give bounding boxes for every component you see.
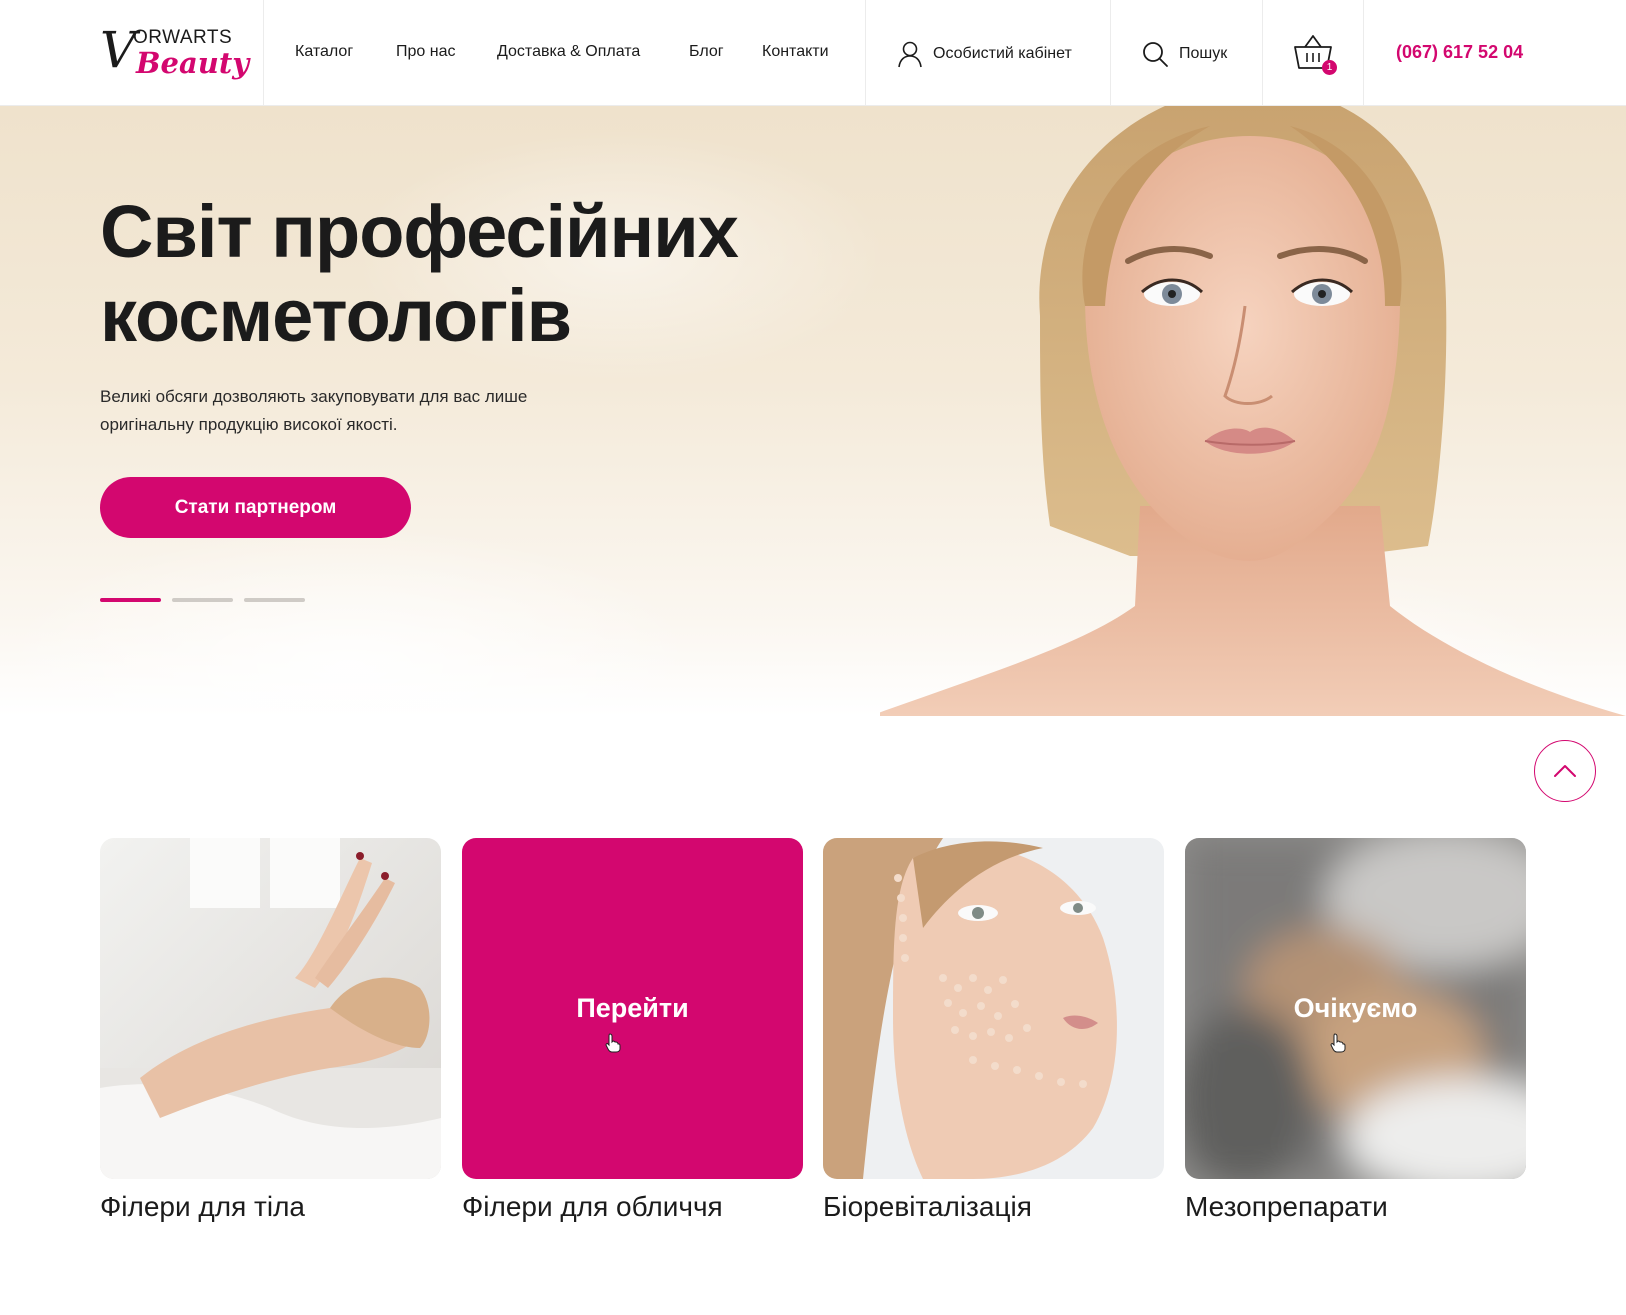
nav-catalog[interactable]: Каталог — [295, 43, 353, 61]
cart-count-badge: 1 — [1322, 60, 1337, 75]
scroll-to-top-button[interactable] — [1534, 740, 1596, 802]
category-card[interactable]: Філери для тіла — [100, 838, 441, 1222]
divider — [1363, 0, 1364, 106]
category-card[interactable]: Біоревіталізація — [823, 838, 1164, 1222]
slider-pagination — [100, 598, 305, 602]
category-title[interactable]: Біоревіталізація — [823, 1191, 1032, 1223]
category-image[interactable]: Перейти — [462, 838, 803, 1179]
category-image[interactable] — [823, 838, 1164, 1179]
coming-soon-label: Очікуємо — [1293, 993, 1418, 1023]
category-image[interactable] — [100, 838, 441, 1179]
hand-pointer-icon — [605, 1033, 621, 1053]
account-label: Особистий кабінет — [933, 45, 1072, 62]
hero-subtitle-line: Великі обсяги дозволяють закуповувати дл… — [100, 387, 528, 406]
search-icon — [1143, 42, 1168, 67]
category-card[interactable]: Перейти Філери для обличчя — [462, 838, 803, 1222]
logo-letter: V — [100, 21, 137, 79]
hero-portrait-image — [880, 106, 1626, 716]
divider — [263, 0, 264, 106]
become-partner-button[interactable]: Стати партнером — [100, 477, 411, 538]
hero-title: Світ професійних косметологів — [100, 190, 860, 358]
cart-button[interactable]: 1 — [1293, 33, 1337, 75]
search-label: Пошук — [1179, 45, 1228, 62]
user-icon — [898, 41, 922, 68]
nav-delivery-payment[interactable]: Доставка & Оплата — [497, 43, 640, 61]
nav-about[interactable]: Про нас — [396, 43, 455, 61]
slider-dot-3[interactable] — [244, 598, 305, 602]
slider-dot-1[interactable] — [100, 598, 161, 602]
phone-link[interactable]: (067) 617 52 04 — [1396, 42, 1523, 63]
chevron-up-icon — [1554, 765, 1576, 777]
category-title[interactable]: Мезопрепарати — [1185, 1191, 1388, 1223]
category-card[interactable]: Очікуємо Мезопрепарати — [1185, 838, 1526, 1222]
biorevitalization-photo — [823, 838, 1164, 1179]
category-title[interactable]: Філери для тіла — [100, 1191, 305, 1223]
site-header: V ORWARTS Beauty Каталог Про нас Доставк… — [0, 0, 1626, 106]
account-link[interactable]: Особистий кабінет — [897, 38, 1072, 70]
nav-contacts[interactable]: Контакти — [762, 43, 829, 61]
hero-subtitle: Великі обсяги дозволяють закуповувати дл… — [100, 383, 620, 439]
logo[interactable]: V ORWARTS Beauty — [100, 20, 249, 86]
go-to-category-label[interactable]: Перейти — [462, 838, 803, 1179]
hero-subtitle-line: оригінальну продукцію високої якості. — [100, 415, 398, 434]
divider — [865, 0, 866, 106]
category-image[interactable]: Очікуємо — [1185, 838, 1526, 1179]
logo-bottom-text: Beauty — [136, 46, 250, 80]
divider — [1110, 0, 1111, 106]
slider-dot-2[interactable] — [172, 598, 233, 602]
category-title[interactable]: Філери для обличчя — [462, 1191, 723, 1223]
category-grid: Філери для тіла Перейти Філери для облич… — [100, 838, 1526, 1238]
nav-blog[interactable]: Блог — [689, 43, 724, 61]
divider — [1262, 0, 1263, 106]
body-fillers-photo — [100, 838, 441, 1179]
hero-title-line: косметологів — [100, 274, 572, 357]
hero-title-line: Світ професійних — [100, 190, 739, 273]
hero-banner: Світ професійних косметологів Великі обс… — [0, 106, 1626, 716]
search-button[interactable]: Пошук — [1141, 38, 1227, 70]
hand-pointer-icon — [1330, 1033, 1346, 1053]
